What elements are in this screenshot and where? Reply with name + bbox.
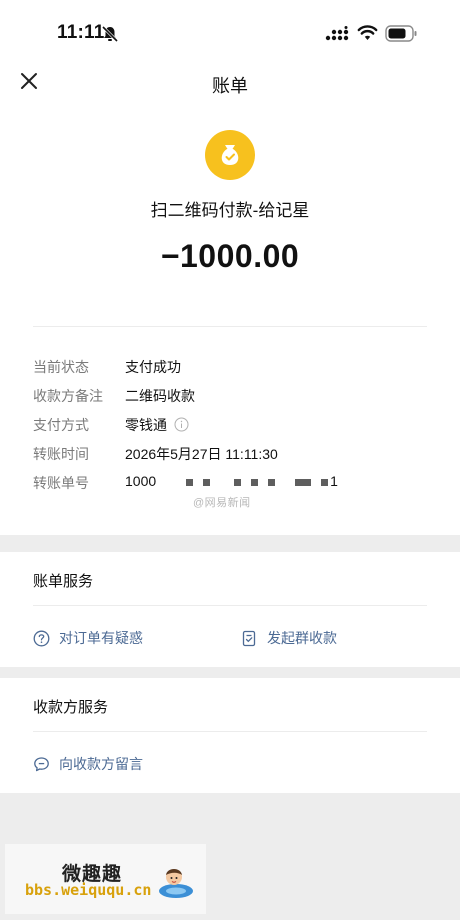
transaction-id-value: 1000 1 — [125, 473, 338, 489]
detail-value: 零钱通 — [125, 417, 167, 433]
transaction-detail-card: 扫二维码付款-给记星 −1000.00 当前状态 支付成功 收款方备注 二维码收… — [0, 110, 460, 535]
bill-service-card: 账单服务 对订单有疑惑 发起群收款 — [0, 552, 460, 667]
transaction-title: 扫二维码付款-给记星 — [150, 201, 310, 220]
detail-row-payment-method: 支付方式 零钱通 — [33, 415, 427, 439]
info-icon[interactable] — [174, 417, 189, 432]
bell-muted-icon — [101, 25, 119, 43]
transaction-id-suffix: 1 — [330, 473, 338, 489]
transaction-amount: −1000.00 — [160, 238, 300, 274]
detail-row-payee-note: 收款方备注 二维码收款 — [33, 386, 427, 410]
cellular-signal-icon — [325, 26, 349, 41]
site-watermark-badge: 微趣趣 bbs.weiququ.cn — [5, 844, 206, 914]
money-bag-icon — [205, 130, 255, 180]
redaction-mark — [234, 478, 242, 486]
transaction-id-prefix: 1000 — [125, 473, 157, 489]
section-title: 账单服务 — [33, 573, 94, 590]
section-title: 收款方服务 — [33, 699, 109, 716]
divider — [33, 326, 427, 327]
status-time: 11:11 — [57, 22, 105, 43]
detail-row-status: 当前状态 支付成功 — [33, 357, 427, 381]
payee-service-card: 收款方服务 向收款方留言 — [0, 678, 460, 793]
detail-label: 当前状态 — [33, 359, 89, 375]
redaction-mark — [295, 478, 312, 486]
redaction-mark — [251, 478, 259, 486]
question-circle-icon — [33, 630, 50, 646]
message-payee-link[interactable]: 向收款方留言 — [33, 754, 143, 774]
order-question-link[interactable]: 对订单有疑惑 — [33, 628, 143, 648]
site-url: bbs.weiququ.cn — [25, 881, 152, 899]
wifi-icon — [357, 25, 378, 40]
detail-value: 2026年5月27日 11:11:30 — [125, 446, 278, 462]
detail-label: 收款方备注 — [33, 388, 103, 404]
redaction-mark — [268, 478, 276, 486]
detail-label: 转账单号 — [33, 475, 89, 491]
page-title: 账单 — [212, 76, 248, 96]
watermark-text: @网易新闻 — [193, 497, 251, 509]
detail-value: 支付成功 — [125, 359, 181, 375]
chat-bubble-icon — [34, 756, 49, 771]
link-label: 对订单有疑惑 — [59, 630, 143, 646]
nav-bar: 账单 — [0, 56, 460, 112]
divider — [33, 605, 427, 606]
mascot-icon — [159, 869, 193, 898]
redaction-mark — [203, 478, 211, 486]
divider — [33, 731, 427, 732]
redaction-mark — [186, 478, 194, 486]
battery-icon — [385, 25, 417, 42]
detail-label: 转账时间 — [33, 446, 89, 462]
redaction-mark — [321, 478, 329, 486]
detail-label: 支付方式 — [33, 417, 89, 433]
group-collection-link[interactable]: 发起群收款 — [241, 628, 337, 648]
link-label: 向收款方留言 — [59, 756, 143, 772]
detail-row-time: 转账时间 2026年5月27日 11:11:30 — [33, 444, 427, 468]
receipt-icon — [242, 630, 256, 646]
link-label: 发起群收款 — [267, 630, 337, 646]
detail-value: 二维码收款 — [125, 388, 195, 404]
